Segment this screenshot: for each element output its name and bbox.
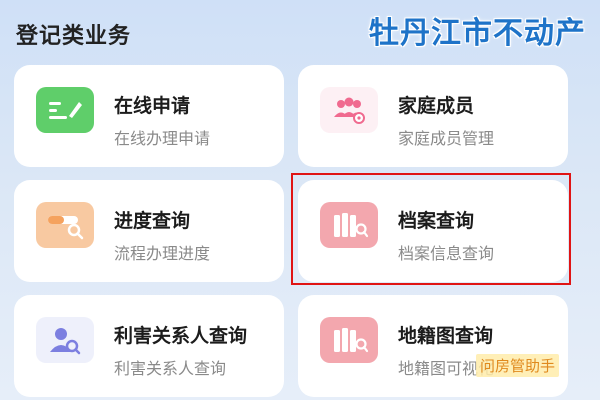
progress-query-card[interactable]: 进度查询 流程办理进度 [14, 180, 284, 282]
card-subtitle: 流程办理进度 [114, 244, 211, 263]
card-subtitle: 在线办理申请 [114, 129, 211, 148]
family-members-card[interactable]: 家庭成员 家庭成员管理 [298, 65, 568, 167]
card-title: 利害关系人查询 [114, 325, 248, 347]
archive-query-card[interactable]: 档案查询 档案信息查询 [298, 180, 568, 282]
card-title: 档案查询 [398, 210, 475, 232]
card-title: 地籍图查询 [398, 325, 494, 347]
card-subtitle: 家庭成员管理 [398, 129, 495, 148]
section-title: 登记类业务 [16, 24, 132, 49]
person-search-icon [36, 317, 94, 363]
card-title: 在线申请 [114, 95, 191, 117]
card-subtitle: 档案信息查询 [398, 244, 495, 263]
progress-search-icon [36, 202, 94, 248]
brand-title: 牡丹江市不动产 [369, 16, 586, 51]
edit-document-icon [36, 87, 94, 133]
card-title: 进度查询 [114, 210, 191, 232]
online-application-card[interactable]: 在线申请 在线办理申请 [14, 65, 284, 167]
card-title: 家庭成员 [398, 95, 475, 117]
watermark: 问房管助手 [476, 354, 560, 377]
archive-search-icon [320, 202, 378, 248]
card-subtitle: 利害关系人查询 [114, 359, 227, 378]
family-members-icon [320, 87, 378, 133]
cadastral-map-icon [320, 317, 378, 363]
cadastral-map-query-card[interactable]: 地籍图查询 地籍图可视化 [298, 295, 568, 397]
stakeholder-query-card[interactable]: 利害关系人查询 利害关系人查询 [14, 295, 284, 397]
